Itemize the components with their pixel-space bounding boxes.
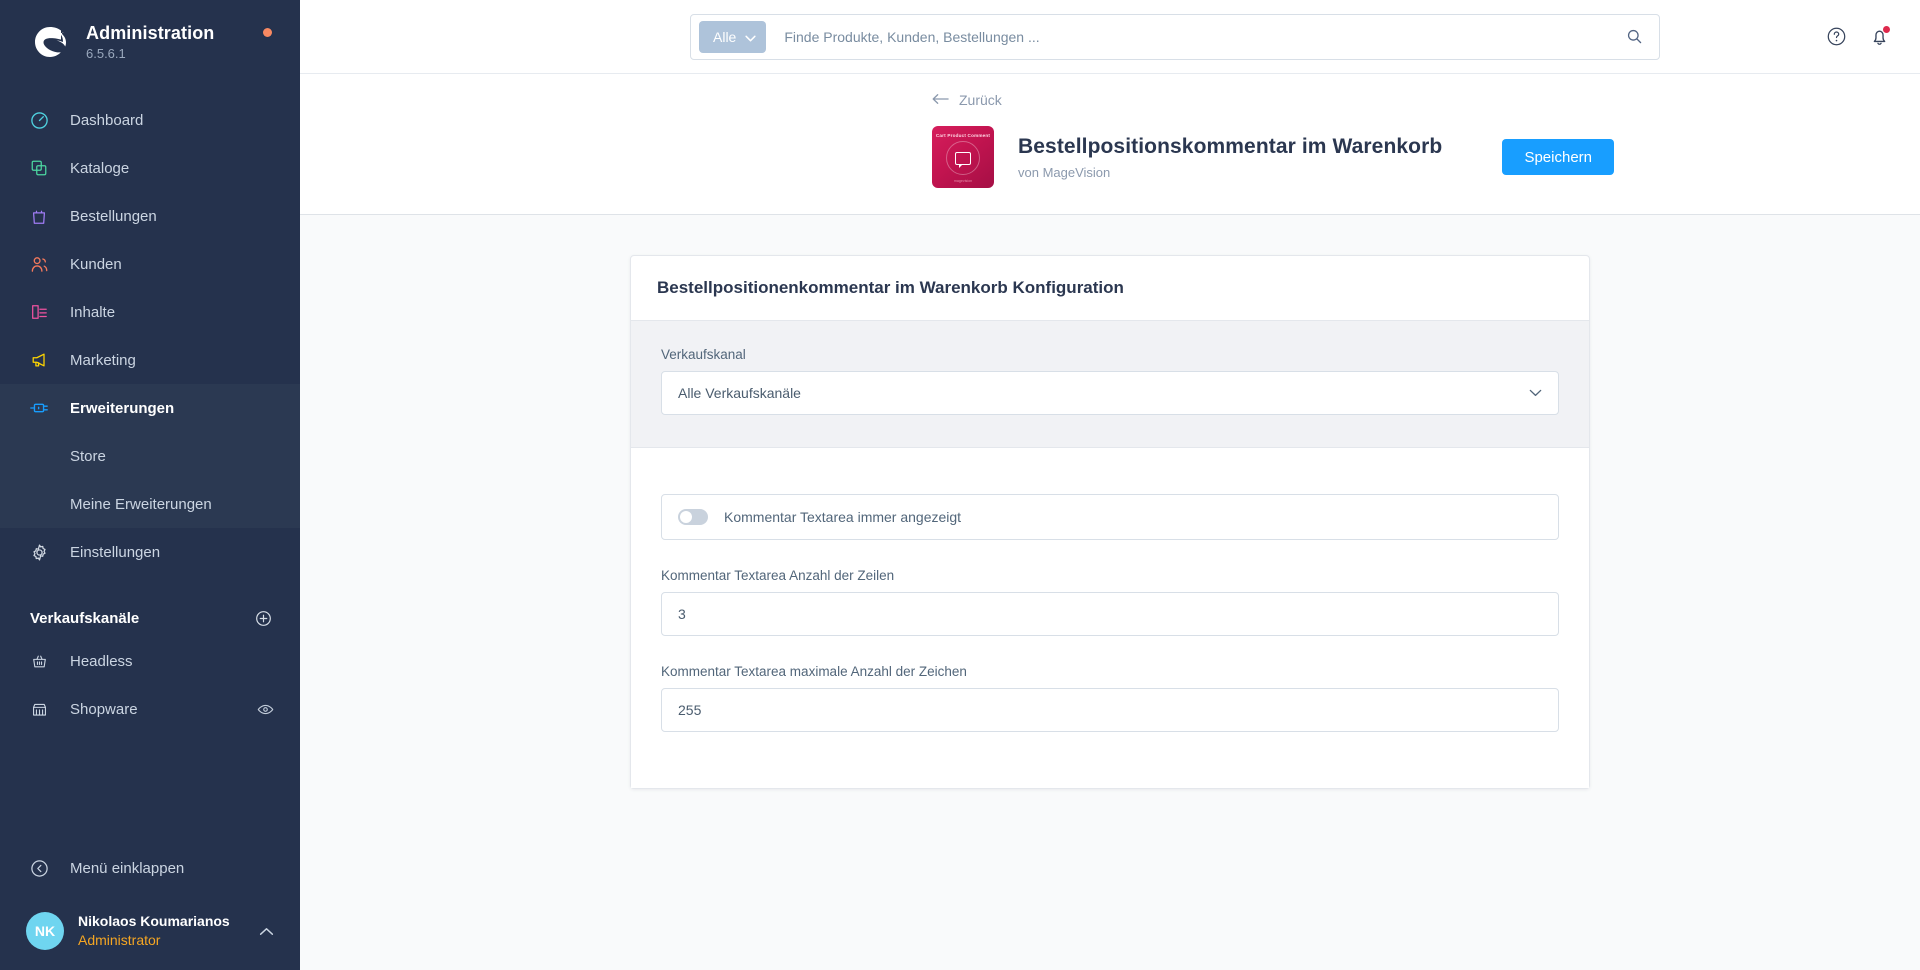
orders-bag-icon <box>26 205 52 227</box>
search-scope-dropdown[interactable]: Alle <box>699 20 767 53</box>
settings-section: Kommentar Textarea immer angezeigt Komme… <box>631 448 1589 788</box>
sidebar-item-bestellungen[interactable]: Bestellungen <box>0 192 300 240</box>
sidebar-item-kunden[interactable]: Kunden <box>0 240 300 288</box>
plugin-thumbnail-bottom-text: magevision <box>953 179 973 183</box>
notification-badge-dot <box>1882 25 1891 34</box>
sidebar-item-marketing[interactable]: Marketing <box>0 336 300 384</box>
chevron-down-icon <box>745 29 756 45</box>
gear-icon <box>26 541 52 563</box>
sidebar-item-store[interactable]: Store <box>0 432 300 480</box>
main-area: Alle Finde Produkte, Kunden, Bestellunge… <box>300 0 1920 970</box>
plugin-thumbnail: Cart Product Comment magevision <box>932 126 994 188</box>
sales-channel-label: Headless <box>70 652 133 670</box>
rows-input[interactable]: 3 <box>661 592 1559 636</box>
user-name: Nikolaos Koumarianos <box>78 913 230 929</box>
sidebar-item-label: Kunden <box>70 255 122 273</box>
arrow-left-icon <box>932 92 949 108</box>
always-show-textarea-field[interactable]: Kommentar Textarea immer angezeigt <box>661 494 1559 540</box>
configuration-card-title: Bestellpositionenkommentar im Warenkorb … <box>631 256 1589 321</box>
eye-icon[interactable] <box>257 703 274 716</box>
back-link[interactable]: Zurück <box>336 92 1002 108</box>
dashboard-gauge-icon <box>26 109 52 131</box>
sales-channel-section: Verkaufskanal Alle Verkaufskanäle <box>631 321 1589 448</box>
sales-channel-select-value: Alle Verkaufskanäle <box>678 385 801 401</box>
user-role: Administrator <box>78 932 161 948</box>
help-circle-icon[interactable] <box>1826 26 1847 47</box>
sidebar-item-label: Inhalte <box>70 303 116 321</box>
always-show-textarea-label: Kommentar Textarea immer angezeigt <box>724 509 962 525</box>
sidebar-version: 6.5.6.1 <box>86 46 126 61</box>
configuration-card: Bestellpositionenkommentar im Warenkorb … <box>630 255 1590 789</box>
shopware-logo-icon <box>30 22 70 62</box>
maxchars-field-label: Kommentar Textarea maximale Anzahl der Z… <box>661 664 967 679</box>
page-header: Zurück Cart Product Comment magevision B… <box>300 74 1920 215</box>
plugin-header-row: Cart Product Comment magevision Bestellp… <box>336 110 1884 214</box>
sidebar-item-label: Marketing <box>70 351 136 369</box>
sidebar-item-einstellungen[interactable]: Einstellungen <box>0 528 300 576</box>
sidebar-brand-title: Administration <box>86 23 215 43</box>
sidebar-item-inhalte[interactable]: Inhalte <box>0 288 300 336</box>
sidebar-subitem-label: Store <box>70 447 106 465</box>
sales-channel-select[interactable]: Alle Verkaufskanäle <box>661 371 1559 415</box>
always-show-textarea-toggle[interactable] <box>678 509 708 525</box>
basket-icon <box>26 650 52 672</box>
search-scope-label: Alle <box>713 28 737 45</box>
extensions-plugin-icon <box>26 397 52 419</box>
sidebar-nav: Dashboard Kataloge Bestellungen Kunden I… <box>0 96 300 576</box>
admin-app: Administration 6.5.6.1 Dashboard Katalog… <box>0 0 1920 970</box>
sidebar-item-label: Bestellungen <box>70 207 157 225</box>
save-button[interactable]: Speichern <box>1502 139 1614 175</box>
sidebar-item-label: Einstellungen <box>70 543 161 561</box>
maxchars-input[interactable]: 255 <box>661 688 1559 732</box>
sales-channel-label: Shopware <box>70 700 138 718</box>
chevron-up-icon[interactable] <box>259 927 274 936</box>
plugin-thumbnail-top-text: Cart Product Comment <box>935 133 991 138</box>
topbar-actions <box>1826 25 1891 47</box>
sales-channels-title: Verkaufskanäle <box>30 610 140 627</box>
sidebar-item-meine-erweiterungen[interactable]: Meine Erweiterungen <box>0 480 300 528</box>
search-input[interactable] <box>766 28 1620 45</box>
sidebar-item-erweiterungen[interactable]: Erweiterungen <box>0 384 300 432</box>
topbar: Alle <box>300 0 1920 74</box>
page-subtitle: von MageVision <box>1018 164 1111 180</box>
bell-icon[interactable] <box>1869 25 1891 47</box>
update-available-dot-icon[interactable] <box>263 28 272 37</box>
collapse-menu-label: Menü einklappen <box>70 859 185 877</box>
sidebar-item-label: Erweiterungen <box>70 399 175 417</box>
search-icon[interactable] <box>1620 28 1649 45</box>
sidebar-item-label: Kataloge <box>70 159 130 177</box>
user-profile[interactable]: NK Nikolaos Koumarianos Administrator <box>0 898 300 970</box>
plus-circle-icon[interactable] <box>255 610 272 627</box>
global-search: Alle <box>690 13 1660 60</box>
content-document-icon <box>26 301 52 323</box>
rows-field-group: Kommentar Textarea Anzahl der Zeilen 3 <box>661 568 1559 636</box>
collapse-menu-button[interactable]: Menü einklappen <box>0 844 300 892</box>
rows-input-value: 3 <box>678 606 686 622</box>
sidebar-item-label: Dashboard <box>70 111 144 129</box>
customers-users-icon <box>26 253 52 275</box>
sidebar-subnav: Store Meine Erweiterungen <box>0 432 300 528</box>
maxchars-input-value: 255 <box>678 702 702 718</box>
sales-channel-shopware[interactable]: Shopware <box>0 685 300 733</box>
sidebar: Administration 6.5.6.1 Dashboard Katalog… <box>0 0 300 970</box>
page-title: Bestellpositionskommentar im Warenkorb <box>1018 134 1443 158</box>
sidebar-brand[interactable]: Administration 6.5.6.1 <box>0 0 300 80</box>
sidebar-item-kataloge[interactable]: Kataloge <box>0 144 300 192</box>
storefront-icon <box>26 698 52 720</box>
sidebar-subitem-label: Meine Erweiterungen <box>70 495 212 513</box>
sales-channels-section-header: Verkaufskanäle <box>0 576 300 637</box>
rows-field-label: Kommentar Textarea Anzahl der Zeilen <box>661 568 895 583</box>
chevron-left-circle-icon <box>26 857 52 879</box>
back-link-label: Zurück <box>959 92 1002 108</box>
sidebar-item-dashboard[interactable]: Dashboard <box>0 96 300 144</box>
marketing-megaphone-icon <box>26 349 52 371</box>
catalog-copy-icon <box>26 157 52 179</box>
maxchars-field-group: Kommentar Textarea maximale Anzahl der Z… <box>661 664 1559 732</box>
avatar: NK <box>26 912 64 950</box>
comment-bubble-icon <box>946 141 980 175</box>
content-area: Bestellpositionenkommentar im Warenkorb … <box>300 215 1920 970</box>
chevron-down-icon <box>1529 389 1542 397</box>
sales-channel-field-label: Verkaufskanal <box>661 347 746 362</box>
sales-channel-headless[interactable]: Headless <box>0 637 300 685</box>
